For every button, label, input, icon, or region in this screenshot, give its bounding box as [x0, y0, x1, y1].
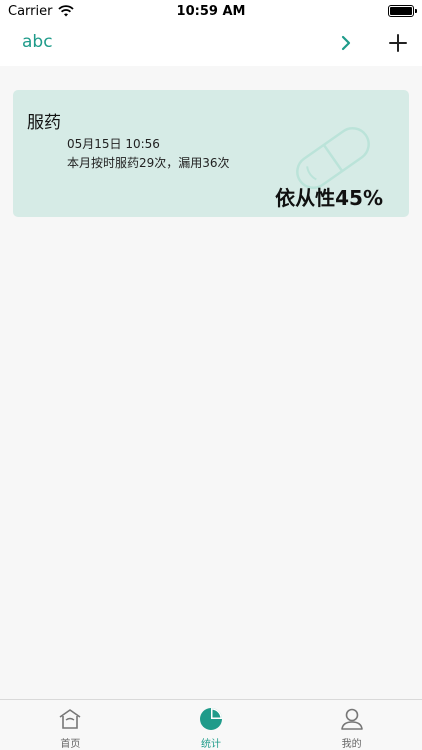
user-icon [340, 708, 363, 730]
home-icon [59, 709, 81, 729]
compliance-rate: 依从性45% [275, 186, 383, 210]
pie-chart-icon [200, 708, 222, 730]
nav-bar: abc [0, 22, 422, 66]
tab-stats-label: 统计 [201, 739, 221, 750]
tab-home-label: 首页 [60, 739, 81, 750]
medication-card[interactable]: 服药 05月15日 10:56 本月按时服药29次，漏用36次 依从性45% [13, 90, 409, 217]
carrier-label: Carrier [8, 3, 53, 19]
status-bar: Carrier 10:59 AM [0, 0, 422, 22]
card-date: 05月15日 10:56 [67, 137, 160, 151]
chevron-right-icon[interactable] [336, 32, 356, 54]
battery-icon [388, 5, 417, 17]
tab-home[interactable]: 首页 [0, 700, 141, 750]
status-left: Carrier [8, 3, 75, 19]
wifi-icon [58, 5, 75, 17]
tab-stats[interactable]: 统计 [141, 700, 282, 750]
tab-profile-label: 我的 [341, 739, 362, 750]
add-icon[interactable] [386, 31, 410, 55]
card-summary: 本月按时服药29次，漏用36次 [67, 156, 230, 170]
nav-title[interactable]: abc [22, 32, 53, 52]
card-title: 服药 [27, 113, 61, 133]
tab-profile[interactable]: 我的 [281, 700, 422, 750]
battery-fill [390, 7, 412, 15]
tab-bar: 首页 统计 我的 [0, 699, 422, 750]
